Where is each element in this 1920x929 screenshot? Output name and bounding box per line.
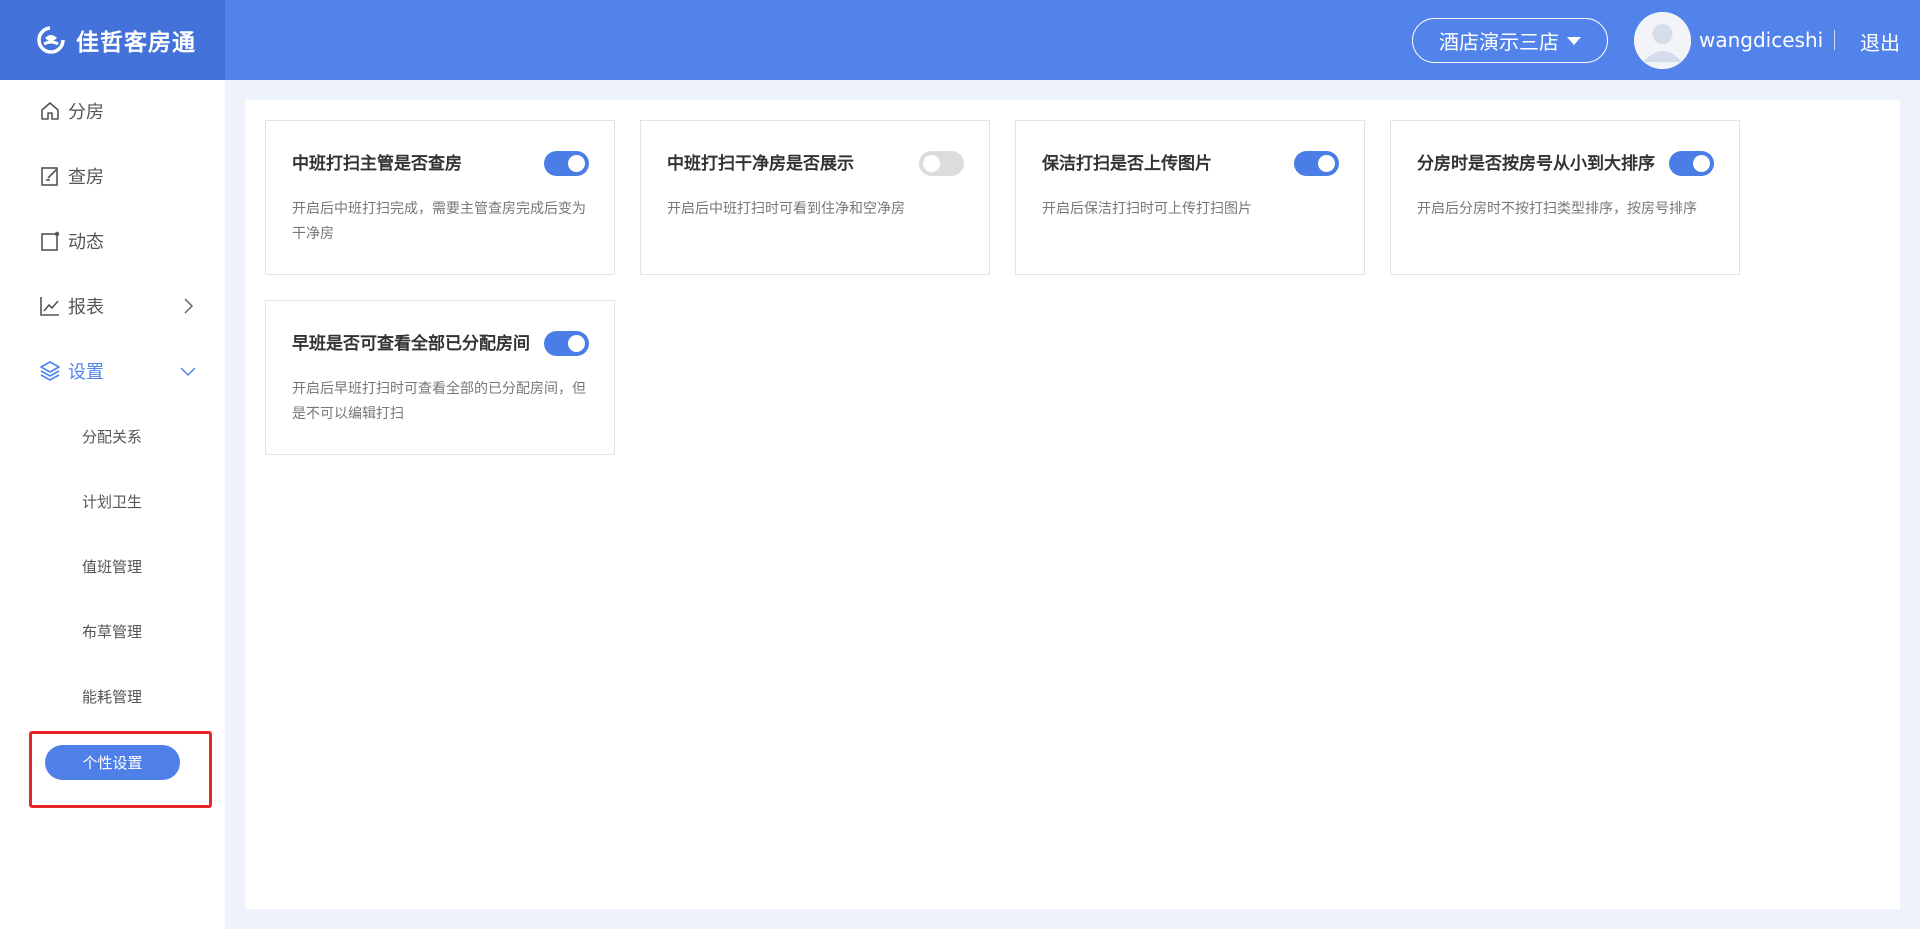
user-avatar-icon [1634, 12, 1691, 69]
sub-item-energy-management[interactable]: 能耗管理 [82, 686, 142, 707]
brand-logo-icon [37, 26, 65, 54]
toggle-knob [1318, 155, 1335, 172]
toggle-knob [923, 155, 940, 172]
layers-icon [40, 361, 60, 381]
brand-name: 佳哲客房通 [76, 30, 196, 56]
chart-line-icon [40, 297, 59, 316]
username[interactable]: wangdiceshi [1699, 28, 1823, 52]
sub-item-duty-management[interactable]: 值班管理 [82, 556, 142, 577]
sidebar-item-settings[interactable]: 设置 [0, 346, 225, 396]
setting-card: 中班打扫主管是否查房 开启后中班打扫完成，需要主管查房完成后变为干净房 [265, 120, 615, 275]
setting-toggle[interactable] [1294, 151, 1339, 176]
setting-card: 早班是否可查看全部已分配房间 开启后早班打扫时可查看全部的已分配房间，但是不可以… [265, 300, 615, 455]
setting-title: 保洁打扫是否上传图片 [1042, 154, 1212, 174]
sidebar-item-inspect-room[interactable]: 查房 [0, 151, 225, 201]
sidebar-item-label: 报表 [68, 297, 104, 318]
sidebar-item-label: 查房 [68, 167, 104, 188]
setting-title: 中班打扫干净房是否展示 [667, 154, 854, 174]
setting-toggle[interactable] [1669, 151, 1714, 176]
setting-description: 开启后早班打扫时可查看全部的已分配房间，但是不可以编辑打扫 [292, 381, 586, 422]
setting-toggle[interactable] [919, 151, 964, 176]
top-header: 佳哲客房通 酒店演示三店 wangdiceshi 退出 [0, 0, 1920, 80]
sidebar-item-label: 设置 [68, 362, 104, 383]
main-content: 中班打扫主管是否查房 开启后中班打扫完成，需要主管查房完成后变为干净房 中班打扫… [245, 100, 1900, 909]
setting-title: 分房时是否按房号从小到大排序 [1417, 154, 1655, 174]
hotel-select-value: 酒店演示三店 [1439, 30, 1559, 54]
highlight-annotation-box [29, 731, 212, 808]
sidebar-item-label: 分房 [68, 102, 104, 123]
edit-note-icon [41, 167, 58, 186]
sidebar-item-label: 动态 [68, 232, 104, 253]
avatar[interactable] [1634, 12, 1691, 69]
hotel-select[interactable]: 酒店演示三店 [1412, 18, 1608, 63]
setting-description: 开启后中班打扫时可看到住净和空净房 [667, 201, 905, 217]
setting-description: 开启后保洁打扫时可上传打扫图片 [1042, 201, 1252, 217]
brand[interactable]: 佳哲客房通 [0, 0, 225, 80]
setting-title: 早班是否可查看全部已分配房间 [292, 334, 530, 354]
logout-button[interactable]: 退出 [1860, 27, 1900, 56]
toggle-knob [568, 335, 585, 352]
setting-card: 保洁打扫是否上传图片 开启后保洁打扫时可上传打扫图片 [1015, 120, 1365, 275]
caret-down-icon [1567, 36, 1581, 45]
sidebar-item-reports[interactable]: 报表 [0, 281, 225, 331]
toggle-knob [568, 155, 585, 172]
sidebar-item-dynamic[interactable]: 动态 [0, 216, 225, 266]
sidebar-item-assign-room[interactable]: 分房 [0, 86, 225, 136]
setting-card: 分房时是否按房号从小到大排序 开启后分房时不按打扫类型排序，按房号排序 [1390, 120, 1740, 275]
setting-toggle[interactable] [544, 331, 589, 356]
setting-description: 开启后分房时不按打扫类型排序，按房号排序 [1417, 201, 1697, 217]
setting-title: 中班打扫主管是否查房 [292, 154, 462, 174]
header-divider [1834, 30, 1835, 50]
setting-toggle[interactable] [544, 151, 589, 176]
chevron-right-icon [184, 298, 194, 314]
toggle-knob [1693, 155, 1710, 172]
sub-item-linen-management[interactable]: 布草管理 [82, 621, 142, 642]
setting-description: 开启后中班打扫完成，需要主管查房完成后变为干净房 [292, 201, 586, 242]
dynamic-icon [41, 231, 60, 251]
sub-item-assign-relation[interactable]: 分配关系 [82, 426, 142, 447]
home-icon [41, 102, 59, 120]
setting-card: 中班打扫干净房是否展示 开启后中班打扫时可看到住净和空净房 [640, 120, 990, 275]
sub-item-plan-cleaning[interactable]: 计划卫生 [82, 491, 142, 512]
chevron-down-icon [180, 367, 196, 377]
